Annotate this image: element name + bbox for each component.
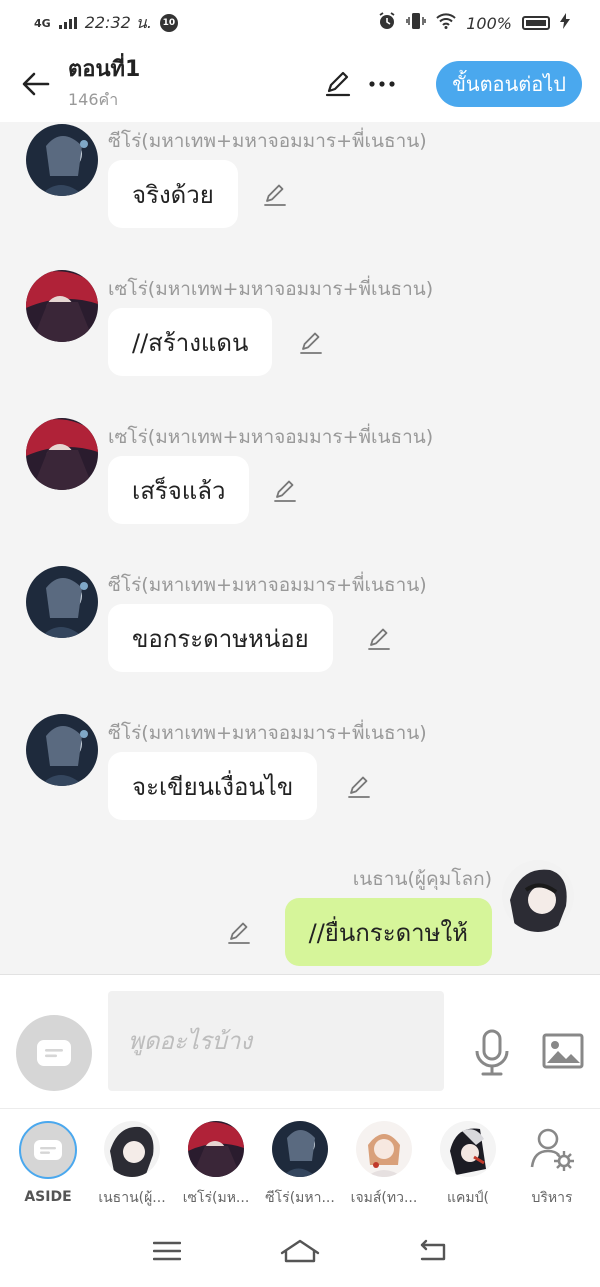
edit-message-button[interactable] [260, 180, 290, 210]
sender-name: ซีโร่(มหาเทพ+มหาจอมมาร+พี่เนธาน) [108, 574, 427, 596]
app-header: ตอนที่1 146คำ ขั้นตอนต่อไป [0, 46, 600, 122]
back-arrow-icon [22, 72, 50, 96]
pencil-icon [348, 776, 370, 798]
character-name: ASIDE [24, 1189, 72, 1205]
pencil-icon [325, 71, 351, 97]
avatar [104, 1121, 160, 1177]
chat-message: ซีโร่(มหาเทพ+มหาจอมมาร+พี่เนธาน) จะเขียน… [0, 714, 600, 844]
avatar [188, 1121, 244, 1177]
vibrate-icon [406, 12, 426, 34]
battery-icon [522, 16, 550, 30]
message-bubble[interactable]: //สร้างแดน [108, 308, 273, 376]
character-name: ซีโร่(มหา... [265, 1190, 335, 1206]
edit-title-button[interactable] [320, 66, 356, 102]
home-icon [280, 1239, 320, 1262]
avatar-nethan[interactable] [502, 860, 574, 932]
microphone-icon [475, 1029, 509, 1076]
episode-title: ตอนที่1 [68, 56, 141, 82]
status-time: 22:32 น. [84, 12, 152, 32]
pencil-icon [264, 184, 286, 206]
avatar-zero[interactable] [26, 124, 98, 196]
manage-characters-button[interactable]: บริหาร [512, 1109, 592, 1214]
character-name: เนธาน(ผู้... [98, 1190, 166, 1206]
pencil-icon [274, 480, 296, 502]
message-input[interactable] [108, 991, 444, 1091]
message-bubble[interactable]: จริงด้วย [108, 160, 238, 228]
avatar-sero[interactable] [26, 270, 98, 342]
alarm-icon [378, 12, 396, 34]
message-composer [0, 974, 600, 1108]
edit-message-button[interactable] [296, 328, 326, 358]
pencil-icon [300, 332, 322, 354]
pencil-icon [228, 922, 250, 944]
avatar [356, 1121, 412, 1177]
character-sero[interactable]: เซโร่(มห... [176, 1109, 256, 1214]
aside-toggle-button[interactable] [16, 1015, 92, 1091]
voice-input-button[interactable] [470, 1027, 514, 1079]
network-indicator: 4G [34, 16, 51, 30]
chat-message: เซโร่(มหาเทพ+มหาจอมมาร+พี่เนธาน) เสร็จแล… [0, 418, 600, 548]
sender-name: ซีโร่(มหาเทพ+มหาจอมมาร+พี่เนธาน) [108, 722, 427, 744]
message-bubble[interactable]: //ยื่นกระดาษให้ [284, 898, 492, 966]
notification-badge: 10 [159, 14, 178, 32]
signal-icon [58, 14, 77, 33]
character-nethan[interactable]: เนธาน(ผู้... [92, 1109, 172, 1214]
sender-name: เซโร่(มหาเทพ+มหาจอมมาร+พี่เนธาน) [108, 278, 434, 300]
manage-users-icon [524, 1121, 580, 1177]
chat-message: เซโร่(มหาเทพ+มหาจอมมาร+พี่เนธาน) //สร้าง… [0, 270, 600, 400]
menu-icon [152, 1241, 181, 1260]
character-aside[interactable]: ASIDE [8, 1109, 88, 1214]
character-zero[interactable]: ซีโร่(มหา... [260, 1109, 340, 1214]
character-name: บริหาร [531, 1190, 573, 1206]
avatar-zero[interactable] [26, 566, 98, 638]
character-james[interactable]: เจมส์(ทว... [344, 1109, 424, 1214]
chat-bubble-icon [37, 1040, 71, 1066]
character-selector: ASIDE เนธาน(ผู้... เซโร่(มห... ซีโร่(มหา… [0, 1108, 600, 1214]
edit-message-button[interactable] [364, 624, 394, 654]
back-nav-button[interactable] [403, 1231, 463, 1271]
aside-icon [19, 1121, 77, 1179]
avatar-zero[interactable] [26, 714, 98, 786]
chat-message: ซีโร่(มหาเทพ+มหาจอมมาร+พี่เนธาน) จริงด้ว… [0, 122, 600, 252]
insert-image-button[interactable] [540, 1031, 586, 1071]
return-icon [421, 1239, 446, 1260]
image-icon [542, 1033, 584, 1069]
title-block: ตอนที่1 146คำ [68, 56, 140, 113]
charging-icon [560, 13, 570, 33]
edit-message-button[interactable] [344, 772, 374, 802]
more-options-button[interactable] [364, 66, 400, 102]
edit-message-button[interactable] [224, 918, 254, 948]
sender-name: ซีโร่(มหาเทพ+มหาจอมมาร+พี่เนธาน) [108, 130, 427, 152]
character-name: เซโร่(มห... [182, 1190, 250, 1206]
battery-percent: 100% [466, 13, 512, 33]
chat-message: ซีโร่(มหาเทพ+มหาจอมมาร+พี่เนธาน) ขอกระดา… [0, 566, 600, 696]
pencil-icon [368, 628, 390, 650]
sender-name: เซโร่(มหาเทพ+มหาจอมมาร+พี่เนธาน) [108, 426, 434, 448]
avatar [272, 1121, 328, 1177]
more-dots-icon [369, 81, 395, 87]
status-bar: 4G 22:32 น. 10 100% [0, 0, 600, 46]
chat-area: ซีโร่(มหาเทพ+มหาจอมมาร+พี่เนธาน) จริงด้ว… [0, 122, 600, 974]
sender-name: เนธาน(ผู้คุมโลก) [352, 868, 492, 890]
wifi-icon [436, 13, 456, 33]
character-name: เจมส์(ทว... [350, 1190, 418, 1206]
message-bubble[interactable]: ขอกระดาษหน่อย [108, 604, 333, 672]
edit-message-button[interactable] [270, 476, 300, 506]
back-button[interactable] [16, 64, 56, 104]
avatar-sero[interactable] [26, 418, 98, 490]
system-nav-bar [0, 1214, 600, 1287]
message-bubble[interactable]: เสร็จแล้ว [108, 456, 250, 524]
recent-apps-button[interactable] [137, 1231, 197, 1271]
character-name: แคมป์( [447, 1190, 489, 1206]
avatar [440, 1121, 496, 1177]
message-bubble[interactable]: จะเขียนเงื่อนไข [108, 752, 318, 820]
word-count: 146คำ [68, 89, 119, 109]
next-step-button[interactable]: ขั้นตอนต่อไป [436, 61, 582, 107]
character-camp[interactable]: แคมป์( [428, 1109, 508, 1214]
home-button[interactable] [270, 1231, 330, 1271]
chat-message-own: เนธาน(ผู้คุมโลก) //ยื่นกระดาษให้ [0, 860, 600, 974]
